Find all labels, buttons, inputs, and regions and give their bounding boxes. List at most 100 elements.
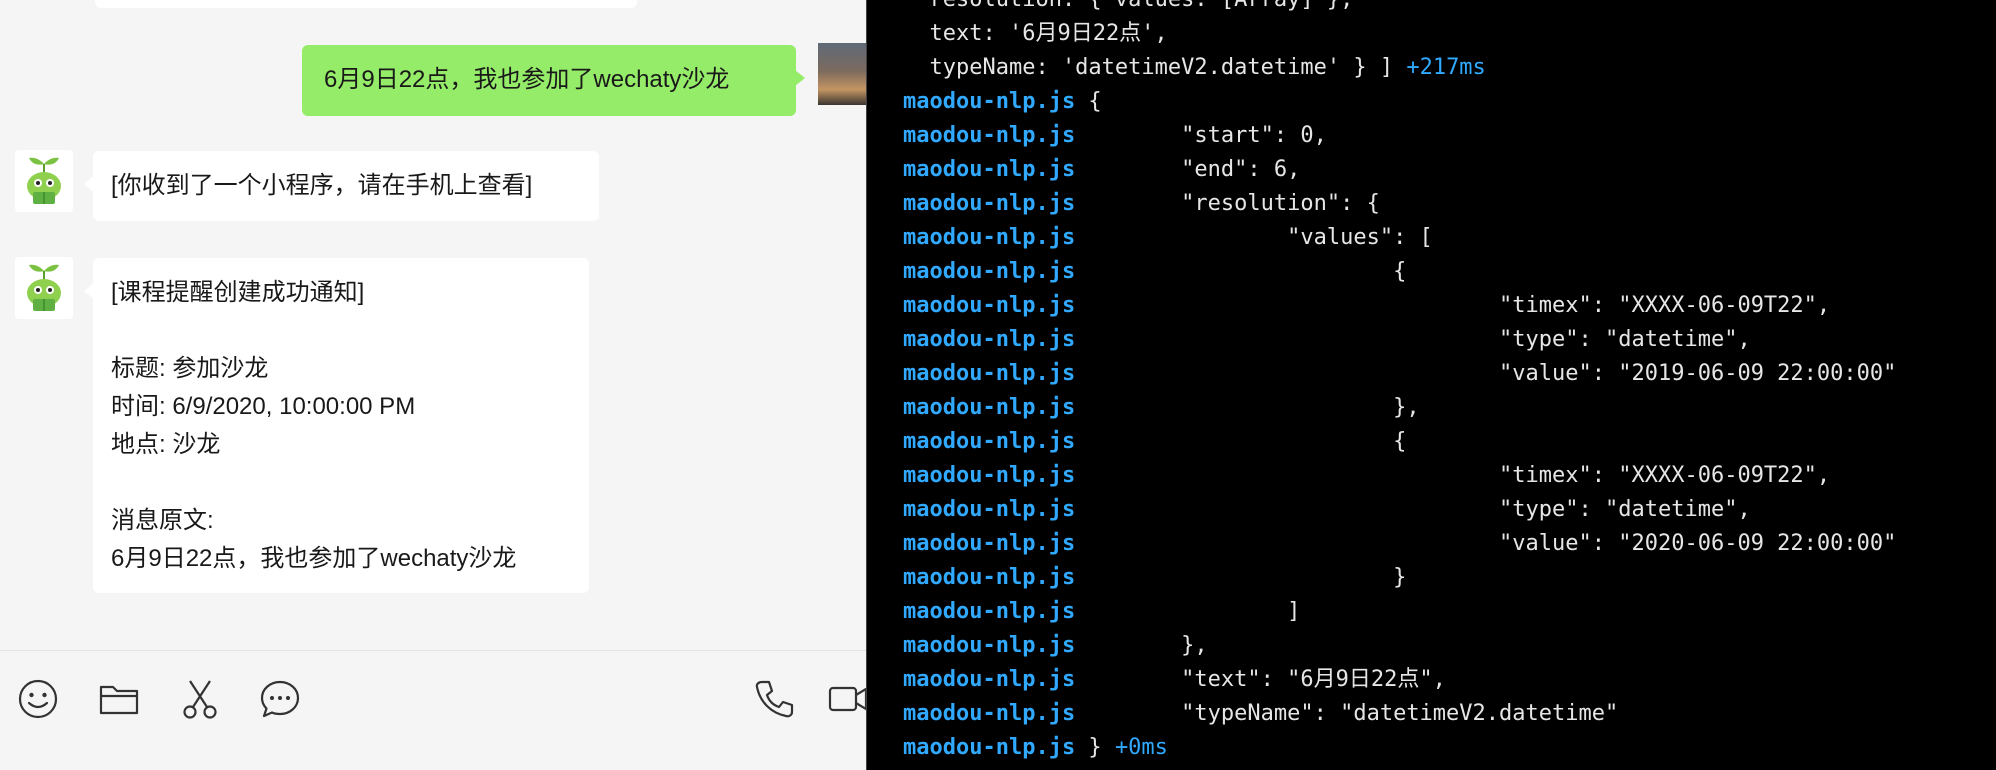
- terminal-line: maodou-nlp.js "type": "datetime",: [903, 493, 1751, 527]
- log-namespace-prefix: maodou-nlp.js: [903, 327, 1076, 352]
- notice-title-line: 标题: 参加沙龙: [111, 355, 269, 382]
- incoming-message-text: [你收到了一个小程序，请在手机上查看]: [111, 172, 533, 199]
- chat-window: 6月9日22点，我也参加了wechaty沙龙 [你收到了一个小程序，请在手机上查…: [0, 0, 866, 770]
- send-file-button[interactable]: [97, 677, 141, 721]
- log-text: typeName: 'datetimeV2.datetime' } ]: [903, 55, 1407, 80]
- terminal-line: maodou-nlp.js "timex": "XXXX-06-09T22",: [903, 459, 1830, 493]
- log-text: "type": "datetime",: [1075, 327, 1751, 352]
- log-text: {: [1075, 259, 1407, 284]
- notice-original-text: 6月9日22点，我也参加了wechaty沙龙: [111, 545, 517, 572]
- emoji-button[interactable]: [16, 677, 60, 721]
- terminal-line: maodou-nlp.js "value": "2019-06-09 22:00…: [903, 357, 1896, 391]
- terminal-line: maodou-nlp.js "value": "2020-06-09 22:00…: [903, 527, 1896, 561]
- log-namespace-prefix: maodou-nlp.js: [903, 395, 1076, 420]
- terminal-line: maodou-nlp.js ]: [903, 595, 1300, 629]
- input-divider: [0, 650, 866, 651]
- log-namespace-prefix: maodou-nlp.js: [903, 735, 1076, 760]
- notice-place-line: 地点: 沙龙: [111, 431, 221, 458]
- terminal-line: maodou-nlp.js } +0ms: [903, 731, 1168, 765]
- terminal-line: maodou-nlp.js "timex": "XXXX-06-09T22",: [903, 289, 1830, 323]
- log-elapsed-time: +217ms: [1406, 55, 1486, 80]
- log-namespace-prefix: maodou-nlp.js: [903, 531, 1076, 556]
- log-namespace-prefix: maodou-nlp.js: [903, 123, 1076, 148]
- log-namespace-prefix: maodou-nlp.js: [903, 191, 1076, 216]
- terminal-line: maodou-nlp.js "start": 0,: [903, 119, 1327, 153]
- folder-icon: [99, 685, 139, 715]
- log-text: "value": "2019-06-09 22:00:00": [1075, 361, 1897, 386]
- log-text: "value": "2020-06-09 22:00:00": [1075, 531, 1897, 556]
- log-text: text: '6月9日22点',: [903, 21, 1168, 46]
- terminal-line: resolution: { values: [Array] },: [903, 0, 1353, 17]
- log-namespace-prefix: maodou-nlp.js: [903, 89, 1076, 114]
- outgoing-message-bubble[interactable]: 6月9日22点，我也参加了wechaty沙龙: [302, 45, 805, 116]
- log-namespace-prefix: maodou-nlp.js: [903, 361, 1076, 386]
- terminal-line: maodou-nlp.js "typeName": "datetimeV2.da…: [903, 697, 1618, 731]
- incoming-mini-program-bubble[interactable]: [你收到了一个小程序，请在手机上查看]: [84, 151, 599, 221]
- log-namespace-prefix: maodou-nlp.js: [903, 497, 1076, 522]
- screenshot-button[interactable]: [178, 677, 222, 721]
- sprout-avatar-icon: [15, 257, 73, 319]
- terminal-line: maodou-nlp.js "values": [: [903, 221, 1433, 255]
- log-namespace-prefix: maodou-nlp.js: [903, 701, 1076, 726]
- outgoing-message-text: 6月9日22点，我也参加了wechaty沙龙: [324, 66, 730, 93]
- terminal-line: text: '6月9日22点',: [903, 17, 1168, 51]
- log-namespace-prefix: maodou-nlp.js: [903, 463, 1076, 488]
- log-text: resolution: { values: [Array] },: [903, 0, 1353, 12]
- log-namespace-prefix: maodou-nlp.js: [903, 599, 1076, 624]
- previous-message-bubble: [95, 0, 637, 8]
- bot-avatar[interactable]: [15, 257, 73, 319]
- scissors-icon: [183, 680, 217, 719]
- log-namespace-prefix: maodou-nlp.js: [903, 293, 1076, 318]
- sprout-avatar-icon: [15, 150, 73, 212]
- log-namespace-prefix: maodou-nlp.js: [903, 225, 1076, 250]
- bot-avatar[interactable]: [15, 150, 73, 212]
- terminal-line: typeName: 'datetimeV2.datetime' } ] +217…: [903, 51, 1486, 85]
- log-text: "resolution": {: [1075, 191, 1380, 216]
- phone-icon: [755, 680, 794, 718]
- log-text: },: [1075, 395, 1420, 420]
- log-text: "type": "datetime",: [1075, 497, 1751, 522]
- log-namespace-prefix: maodou-nlp.js: [903, 633, 1076, 658]
- terminal-line: maodou-nlp.js "text": "6月9日22点",: [903, 663, 1446, 697]
- log-text: }: [1075, 565, 1407, 590]
- terminal-line: maodou-nlp.js {: [903, 425, 1406, 459]
- terminal-line: maodou-nlp.js "end": 6,: [903, 153, 1300, 187]
- chat-bubble-icon: [260, 680, 300, 718]
- log-text: "timex": "XXXX-06-09T22",: [1075, 293, 1831, 318]
- voice-call-button[interactable]: [752, 677, 796, 721]
- video-call-button[interactable]: [826, 677, 866, 721]
- notice-time-line: 时间: 6/9/2020, 10:00:00 PM: [111, 393, 416, 420]
- terminal-line: maodou-nlp.js },: [903, 629, 1208, 663]
- notice-header: [课程提醒创建成功通知]: [111, 279, 365, 306]
- log-namespace-prefix: maodou-nlp.js: [903, 429, 1076, 454]
- log-text: "end": 6,: [1075, 157, 1301, 182]
- log-text: "start": 0,: [1075, 123, 1327, 148]
- terminal-line: maodou-nlp.js "resolution": {: [903, 187, 1380, 221]
- log-text: "typeName": "datetimeV2.datetime": [1075, 701, 1619, 726]
- video-icon: [828, 686, 866, 712]
- terminal-line: maodou-nlp.js {: [903, 255, 1406, 289]
- log-namespace-prefix: maodou-nlp.js: [903, 565, 1076, 590]
- notice-original-label: 消息原文:: [111, 507, 214, 534]
- log-namespace-prefix: maodou-nlp.js: [903, 157, 1076, 182]
- log-text: {: [1075, 89, 1102, 114]
- terminal-line: maodou-nlp.js {: [903, 85, 1102, 119]
- chat-history-button[interactable]: [258, 677, 302, 721]
- log-elapsed-time: +0ms: [1114, 735, 1168, 760]
- terminal-line: maodou-nlp.js }: [903, 561, 1406, 595]
- terminal-line: maodou-nlp.js "type": "datetime",: [903, 323, 1751, 357]
- self-avatar[interactable]: [818, 43, 866, 105]
- log-text: "timex": "XXXX-06-09T22",: [1075, 463, 1831, 488]
- log-namespace-prefix: maodou-nlp.js: [903, 667, 1076, 692]
- course-reminder-notice-bubble[interactable]: [课程提醒创建成功通知] 标题: 参加沙龙 时间: 6/9/2020, 10:0…: [84, 258, 589, 593]
- log-text: },: [1075, 633, 1208, 658]
- log-namespace-prefix: maodou-nlp.js: [903, 259, 1076, 284]
- log-text: }: [1075, 735, 1115, 760]
- log-text: ]: [1075, 599, 1301, 624]
- emoji-icon: [18, 679, 58, 719]
- log-text: "text": "6月9日22点",: [1075, 667, 1446, 692]
- terminal-window[interactable]: resolution: { values: [Array] }, text: '…: [866, 0, 1996, 770]
- log-text: "values": [: [1075, 225, 1433, 250]
- terminal-line: maodou-nlp.js },: [903, 391, 1420, 425]
- log-text: {: [1075, 429, 1407, 454]
